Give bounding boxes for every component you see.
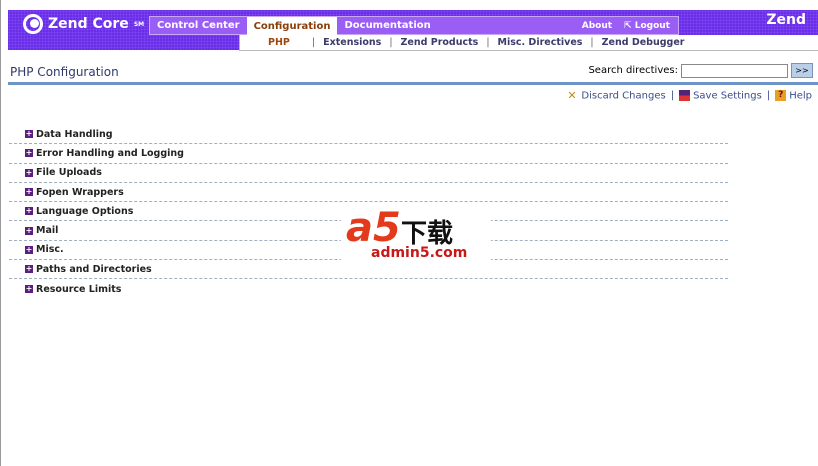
section-label: Resource Limits [36, 283, 122, 295]
tab-documentation[interactable]: Documentation [337, 17, 437, 34]
search-button[interactable]: >> [791, 63, 813, 78]
watermark-logo: a5 下载 admin5.com [341, 205, 491, 265]
main-nav: Control Center Configuration Documentati… [149, 16, 679, 36]
tab-configuration[interactable]: Configuration [246, 16, 338, 36]
sub-nav: PHP | Extensions | Zend Products | Misc. Di… [239, 35, 818, 51]
discard-label: Discard Changes [581, 90, 666, 102]
section-label: File Uploads [36, 167, 102, 179]
section-label: Language Options [36, 205, 134, 217]
expand-icon: + [25, 284, 33, 294]
separator: | [486, 37, 490, 48]
expand-icon: + [25, 225, 33, 235]
expand-icon: + [25, 244, 33, 254]
section-label: Misc. [36, 244, 64, 256]
section-label: Data Handling [36, 128, 113, 140]
section-fopen-wrappers[interactable]: + Fopen Wrappers [9, 183, 728, 203]
help-icon: ? [775, 90, 787, 101]
subnav-zend-debugger[interactable]: Zend Debugger [602, 37, 685, 48]
logo-text: Zend Core [48, 16, 129, 32]
search-bar: Search directives: >> [588, 63, 813, 78]
zend-core-logo[interactable]: Zend Core SM [23, 14, 144, 34]
separator: | [590, 37, 594, 48]
tab-control-center[interactable]: Control Center [150, 17, 247, 34]
section-data-handling[interactable]: + Data Handling [9, 125, 728, 145]
discard-icon: ✕ [567, 89, 577, 102]
action-bar: ✕ Discard Changes | Save Settings | ? Help [567, 90, 812, 102]
save-icon [679, 90, 691, 101]
expand-icon: + [25, 206, 33, 216]
section-label: Error Handling and Logging [36, 147, 184, 159]
expand-icon: + [25, 167, 33, 177]
section-error-handling[interactable]: + Error Handling and Logging [9, 144, 728, 164]
discard-changes-button[interactable]: ✕ Discard Changes [567, 90, 665, 102]
subnav-php[interactable]: PHP [268, 37, 290, 48]
section-label: Mail [36, 225, 59, 237]
expand-icon: + [25, 148, 33, 158]
watermark-url: admin5.com [371, 245, 468, 261]
section-resource-limits[interactable]: + Resource Limits [9, 279, 728, 298]
logout-link[interactable]: ⇱ Logout [624, 21, 670, 31]
separator: | [389, 37, 393, 48]
section-file-uploads[interactable]: + File Uploads [9, 164, 728, 183]
save-label: Save Settings [693, 90, 762, 102]
subnav-zend-products[interactable]: Zend Products [401, 37, 479, 48]
search-input[interactable] [681, 63, 788, 78]
expand-icon: + [25, 129, 33, 139]
help-label: Help [789, 90, 812, 102]
separator: | [766, 90, 771, 102]
expand-icon: + [25, 187, 33, 197]
section-label: Fopen Wrappers [36, 186, 124, 198]
subnav-extensions[interactable]: Extensions [323, 37, 381, 48]
subnav-misc-directives[interactable]: Misc. Directives [498, 37, 583, 48]
logout-label: Logout [634, 20, 670, 31]
save-settings-button[interactable]: Save Settings [679, 90, 762, 102]
separator: | [670, 90, 675, 102]
logout-icon: ⇱ [624, 20, 635, 31]
divider [8, 82, 818, 85]
help-button[interactable]: ? Help [775, 90, 812, 102]
logo-tm: SM [133, 20, 145, 28]
separator: | [311, 37, 316, 48]
zend-logo-icon [23, 14, 43, 34]
section-label: Paths and Directories [36, 263, 152, 275]
zend-brand: Zend [766, 12, 806, 28]
search-label: Search directives: [588, 65, 678, 76]
about-link[interactable]: About [582, 21, 612, 31]
expand-icon: + [25, 264, 33, 274]
page-title: PHP Configuration [10, 65, 119, 79]
